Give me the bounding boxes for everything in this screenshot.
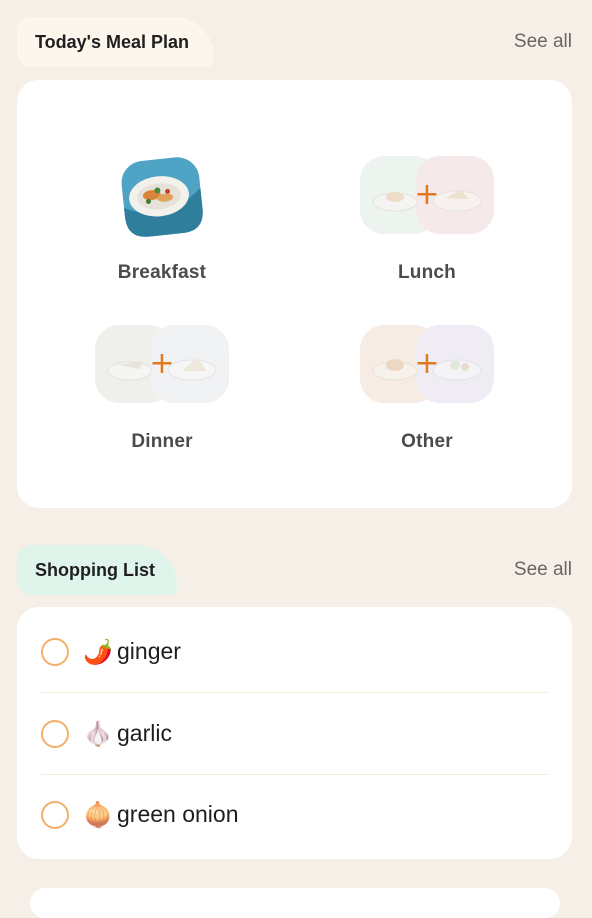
meal-breakfast[interactable]: Breakfast: [62, 152, 262, 284]
lunch-placeholder: +: [327, 152, 527, 242]
meal-plan-card: Breakfast + Lunch + Dinner + Other: [17, 80, 572, 508]
shopping-list-see-all-link[interactable]: See all: [514, 559, 572, 581]
add-lunch-icon: +: [414, 177, 440, 212]
item-checkbox[interactable]: [41, 637, 69, 666]
item-name: ginger: [117, 638, 181, 664]
add-dinner-icon: +: [149, 346, 175, 381]
list-item[interactable]: 🌶️ ginger: [41, 611, 548, 693]
shopping-list-title: Shopping List: [17, 545, 177, 595]
meal-plan-title: Today's Meal Plan: [17, 17, 214, 67]
meal-plan-header: Today's Meal Plan See all: [17, 17, 572, 67]
breakfast-dish-icon: [118, 154, 206, 240]
shopping-list-card: 🌶️ ginger 🧄 garlic 🧅 green onion: [17, 607, 572, 859]
breakfast-photo: [62, 152, 262, 242]
shopping-list-header: Shopping List See all: [17, 545, 572, 595]
meal-label: Other: [401, 431, 453, 452]
meal-label: Breakfast: [117, 262, 207, 283]
item-name: green onion: [117, 801, 239, 827]
list-item[interactable]: 🧅 green onion: [41, 774, 548, 855]
item-name: garlic: [117, 720, 172, 746]
list-item[interactable]: 🧄 garlic: [41, 693, 548, 775]
add-other-icon: +: [414, 346, 440, 381]
dinner-placeholder: +: [62, 321, 262, 411]
meal-lunch[interactable]: + Lunch: [327, 152, 527, 284]
garlic-icon: 🧄: [83, 719, 113, 748]
meal-other[interactable]: + Other: [327, 321, 527, 453]
meal-label: Dinner: [131, 431, 193, 452]
item-checkbox[interactable]: [41, 719, 69, 748]
onion-icon: 🧅: [83, 800, 113, 829]
meal-dinner[interactable]: + Dinner: [62, 321, 262, 453]
chili-pepper-icon: 🌶️: [83, 637, 113, 666]
item-checkbox[interactable]: [41, 800, 69, 829]
meal-plan-see-all-link[interactable]: See all: [514, 31, 572, 53]
other-placeholder: +: [327, 321, 527, 411]
meal-label: Lunch: [398, 262, 456, 283]
next-card-peek: [30, 888, 560, 918]
